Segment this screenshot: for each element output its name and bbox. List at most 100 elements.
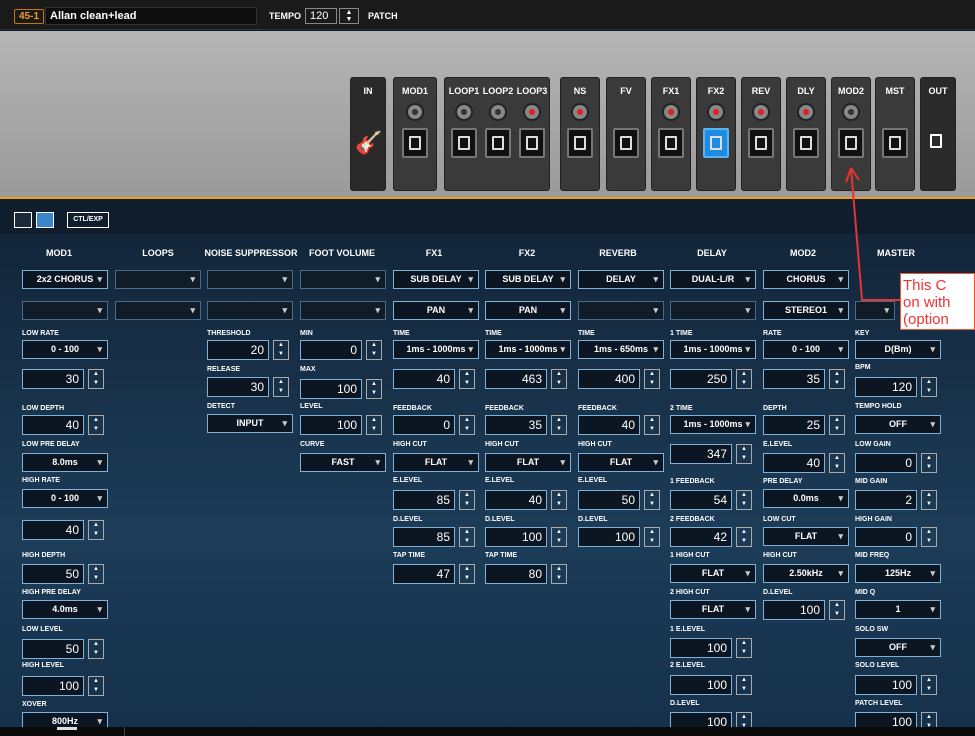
ns-pedal-icon[interactable] — [567, 128, 593, 158]
mod1-low-depth-stepper[interactable]: ▲ ▼ — [88, 415, 104, 435]
fv-min-value[interactable]: 0 — [300, 340, 362, 360]
fv-sub-select[interactable] — [300, 301, 386, 320]
mod2-pedal-icon[interactable] — [838, 128, 864, 158]
fv-level-stepper[interactable]: ▲ ▼ — [366, 415, 382, 435]
list-view-button[interactable] — [36, 212, 54, 228]
fx2-time-stepper[interactable]: ▲ ▼ — [551, 369, 567, 389]
rev-elevel-stepper[interactable]: ▲ ▼ — [644, 490, 660, 510]
fx2-tap-stepper[interactable]: ▲ ▼ — [551, 564, 567, 584]
mod1-low-depth-value[interactable]: 40 — [22, 415, 84, 435]
ctl-exp-button[interactable]: CTL/EXP — [67, 212, 109, 228]
rev-sub-select[interactable] — [578, 301, 664, 320]
tempo-stepper[interactable]: ▲ ▼ — [339, 8, 359, 24]
fx2-tap-value[interactable]: 80 — [485, 564, 547, 584]
fx1-elevel-stepper[interactable]: ▲ ▼ — [459, 490, 475, 510]
mod2-pre-select[interactable]: 0.0ms — [763, 489, 849, 508]
rev-highcut-select[interactable]: FLAT — [578, 453, 664, 472]
ns-release-value[interactable]: 30 — [207, 377, 269, 397]
master-sub-select[interactable] — [855, 301, 895, 320]
mod2-lowcut-select[interactable]: FLAT — [763, 527, 849, 546]
fx2-elevel-value[interactable]: 40 — [485, 490, 547, 510]
dly-t2-stepper[interactable]: ▲ ▼ — [736, 444, 752, 464]
dly-hc2-select[interactable]: FLAT — [670, 600, 756, 619]
rev-dlevel-stepper[interactable]: ▲ ▼ — [644, 527, 660, 547]
master-low-gain-value[interactable]: 0 — [855, 453, 917, 473]
mod1-high-level-value[interactable]: 100 — [22, 676, 84, 696]
mod1-low-rate-select[interactable]: 0 - 100 — [22, 340, 108, 359]
master-mid-gain-value[interactable]: 2 — [855, 490, 917, 510]
fx1-elevel-value[interactable]: 85 — [393, 490, 455, 510]
patch-name-field[interactable]: Allan clean+lead — [45, 7, 257, 25]
mod2-rate-select[interactable]: 0 - 100 — [763, 340, 849, 359]
fx1-feedback-stepper[interactable]: ▲ ▼ — [459, 415, 475, 435]
mod1-low-pre-select[interactable]: 8.0ms — [22, 453, 108, 472]
mod2-elevel-stepper[interactable]: ▲ ▼ — [829, 453, 845, 473]
loops-sub-select[interactable] — [115, 301, 201, 320]
master-solo-level-stepper[interactable]: ▲ ▼ — [921, 675, 937, 695]
mod1-low-rate-value[interactable]: 30 — [22, 369, 84, 389]
dly-fb2-value[interactable]: 42 — [670, 527, 732, 547]
mod2-depth-value[interactable]: 25 — [763, 415, 825, 435]
mod1-type-select[interactable]: 2x2 CHORUS — [22, 270, 108, 289]
fx2-time-range-select[interactable]: 1ms - 1000ms — [485, 340, 571, 359]
dly-t2-range-select[interactable]: 1ms - 1000ms — [670, 415, 756, 434]
mod2-type-select[interactable]: CHORUS — [763, 270, 849, 289]
dly-type-select[interactable]: DUAL-L/R — [670, 270, 756, 289]
rev-elevel-value[interactable]: 50 — [578, 490, 640, 510]
fx2-highcut-select[interactable]: FLAT — [485, 453, 571, 472]
mod2-dlevel-stepper[interactable]: ▲ ▼ — [829, 600, 845, 620]
dly-el2-value[interactable]: 100 — [670, 675, 732, 695]
loop1-pedal-icon[interactable] — [451, 128, 477, 158]
mod1-low-level-value[interactable]: 50 — [22, 639, 84, 659]
loop3-pedal-icon[interactable] — [519, 128, 545, 158]
fx2-sub-select[interactable]: PAN — [485, 301, 571, 320]
master-solo-sw-select[interactable]: OFF — [855, 638, 941, 657]
master-bpm-stepper[interactable]: ▲ ▼ — [921, 377, 937, 397]
fx1-time-stepper[interactable]: ▲ ▼ — [459, 369, 475, 389]
mod1-high-rate-value[interactable]: 40 — [22, 520, 84, 540]
ns-threshold-stepper[interactable]: ▲ ▼ — [273, 340, 289, 360]
fx2-dlevel-stepper[interactable]: ▲ ▼ — [551, 527, 567, 547]
dly-t1-value[interactable]: 250 — [670, 369, 732, 389]
fv-max-value[interactable]: 100 — [300, 379, 362, 399]
fx1-time-value[interactable]: 40 — [393, 369, 455, 389]
rev-feedback-stepper[interactable]: ▲ ▼ — [644, 415, 660, 435]
rev-feedback-value[interactable]: 40 — [578, 415, 640, 435]
mod2-sub-select[interactable]: STEREO1 — [763, 301, 849, 320]
mst-pedal-icon[interactable] — [882, 128, 908, 158]
ns-sub-select[interactable] — [207, 301, 293, 320]
fv-pedal-icon[interactable] — [613, 128, 639, 158]
mod1-low-level-stepper[interactable]: ▲ ▼ — [88, 639, 104, 659]
mod1-high-depth-value[interactable]: 50 — [22, 564, 84, 584]
dly-hc1-select[interactable]: FLAT — [670, 564, 756, 583]
ns-threshold-value[interactable]: 20 — [207, 340, 269, 360]
fx2-feedback-stepper[interactable]: ▲ ▼ — [551, 415, 567, 435]
master-key-select[interactable]: D(Bm) — [855, 340, 941, 359]
mod2-elevel-value[interactable]: 40 — [763, 453, 825, 473]
fv-curve-select[interactable]: FAST — [300, 453, 386, 472]
ns-type-select[interactable] — [207, 270, 293, 289]
rev-pedal-icon[interactable] — [748, 128, 774, 158]
mod1-high-level-stepper[interactable]: ▲ ▼ — [88, 676, 104, 696]
fx1-dlevel-stepper[interactable]: ▲ ▼ — [459, 527, 475, 547]
master-mid-gain-stepper[interactable]: ▲ ▼ — [921, 490, 937, 510]
fx1-tap-stepper[interactable]: ▲ ▼ — [459, 564, 475, 584]
mod1-low-rate-stepper[interactable]: ▲ ▼ — [88, 369, 104, 389]
mod2-rate-stepper[interactable]: ▲ ▼ — [829, 369, 845, 389]
fx1-highcut-select[interactable]: FLAT — [393, 453, 479, 472]
rev-dlevel-value[interactable]: 100 — [578, 527, 640, 547]
mod1-high-rate-select[interactable]: 0 - 100 — [22, 489, 108, 508]
fx2-dlevel-value[interactable]: 100 — [485, 527, 547, 547]
mod1-high-pre-select[interactable]: 4.0ms — [22, 600, 108, 619]
ns-release-stepper[interactable]: ▲ ▼ — [273, 377, 289, 397]
fx1-dlevel-value[interactable]: 85 — [393, 527, 455, 547]
fx1-time-range-select[interactable]: 1ms - 1000ms — [393, 340, 479, 359]
dly-fb2-stepper[interactable]: ▲ ▼ — [736, 527, 752, 547]
mod2-highcut-select[interactable]: 2.50kHz — [763, 564, 849, 583]
master-mid-freq-select[interactable]: 125Hz — [855, 564, 941, 583]
fx2-elevel-stepper[interactable]: ▲ ▼ — [551, 490, 567, 510]
rev-time-value[interactable]: 400 — [578, 369, 640, 389]
fx1-type-select[interactable]: SUB DELAY — [393, 270, 479, 289]
dly-t1-range-select[interactable]: 1ms - 1000ms — [670, 340, 756, 359]
dly-t1-stepper[interactable]: ▲ ▼ — [736, 369, 752, 389]
